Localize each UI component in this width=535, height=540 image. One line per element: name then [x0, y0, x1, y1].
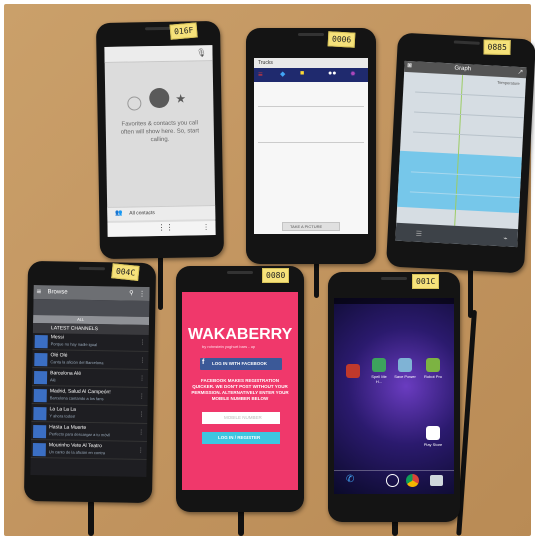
list-item[interactable]: La La La La Y ahora todos! ⋮ [31, 404, 148, 425]
graph-screen: ◙ Graph ↗ Temperature ⌁ ☰ [395, 60, 527, 248]
app-drawer-icon[interactable] [386, 474, 399, 487]
all-contacts-link[interactable]: All contacts [129, 210, 155, 216]
device-label: 004C [111, 263, 140, 281]
phone-icon[interactable]: ✆ [346, 474, 354, 485]
search-icon[interactable]: ⚲ [129, 290, 134, 297]
login-register-button[interactable]: LOG IN / REGISTER [202, 432, 280, 444]
play-store-icon[interactable] [426, 426, 440, 440]
menu-icon[interactable]: ≡ [36, 287, 41, 296]
more-options-icon[interactable]: ⋮ [202, 223, 209, 231]
cart-icon[interactable]: ◆ [280, 70, 285, 78]
list-item[interactable]: Messi Porque no hay nadie igual ⋮ [32, 332, 149, 353]
list-item[interactable]: Hasta La Muerte Perfecto para descargar a… [30, 422, 148, 443]
take-picture-button[interactable]: TAKE A PICTURE [290, 224, 322, 229]
wakaberry-screen: WAKABERRY by rohnstein yoghurt bars - up… [182, 292, 298, 490]
app-title: Browse [47, 289, 68, 296]
app-title: Trucks [258, 60, 273, 66]
camera-icon[interactable] [430, 475, 443, 486]
avatar [149, 87, 170, 109]
contacts-icon: 👥 [115, 210, 123, 217]
share-icon[interactable]: ↗ [517, 68, 523, 76]
registration-notice: FACEBOOK MAKES REGISTRATION QUICKER. WE … [191, 378, 289, 401]
list-item[interactable]: Mourinho Vete Al Teatro Un canto de la af… [30, 440, 147, 461]
app-label: Robot Pro [423, 374, 442, 379]
usb-cable [158, 250, 163, 310]
camera-icon[interactable]: ◙ [407, 62, 412, 69]
app-icon[interactable] [346, 364, 360, 378]
bug-icon[interactable]: ✹ [350, 70, 356, 78]
chrome-icon[interactable] [406, 474, 419, 487]
device-label: 0885 [483, 39, 511, 55]
tab-all[interactable]: ALL [77, 317, 84, 322]
app-icon[interactable] [398, 358, 412, 372]
clock-icon [127, 96, 142, 111]
phone-0080: WAKABERRY by rohnstein yoghurt bars - up… [176, 266, 304, 512]
star-icon: ★ [175, 91, 187, 106]
brand-logo: WAKABERRY [188, 326, 293, 343]
tagline: by rohnstein yoghurt bars - up [202, 344, 256, 349]
phone-0006: Trucks ≡ ◆ ■ ●● ✹ TAKE A PICTURE 0006 [246, 28, 376, 264]
truck-icon[interactable]: ■ [300, 70, 304, 77]
graph-tab-icon[interactable]: ⌁ [503, 234, 508, 242]
eyes-icon[interactable]: ●● [328, 70, 336, 77]
device-label: 0006 [327, 31, 356, 48]
app-label: Spell Me H... [371, 374, 387, 384]
facebook-icon: f [202, 359, 205, 366]
list-item[interactable]: Madrid, Salud Al Campeón! Barcelona canta… [31, 386, 148, 407]
dialer-screen: 🎙 ★ Favorites & contacts you call often … [104, 45, 216, 237]
phone-0885: ◙ Graph ↗ Temperature ⌁ ☰ 0885 [385, 32, 535, 274]
device-label: 016F [169, 22, 198, 40]
browse-screen: ≡ Browse ⚲ ⋮ ALL LATEST CHANNELS Messi Po… [30, 285, 150, 477]
list-item[interactable]: Olé Olé Canta la afición del Barcelona ⋮ [32, 350, 149, 371]
trucks-screen: Trucks ≡ ◆ ■ ●● ✹ TAKE A PICTURE [254, 58, 368, 234]
mic-icon[interactable]: 🎙 [196, 48, 206, 57]
usb-cable [238, 508, 244, 536]
app-label: Save Power [394, 374, 416, 379]
home-screen: Spell Me H... Save Power Robot Pro Play … [334, 298, 454, 494]
menu-icon[interactable]: ≡ [258, 70, 263, 79]
app-title: Graph [454, 65, 472, 73]
phone-004c: ≡ Browse ⚲ ⋮ ALL LATEST CHANNELS Messi Po… [23, 260, 157, 504]
graph-overlay-label: Temperature [497, 79, 520, 86]
phone-016f: 🎙 ★ Favorites & contacts you call often … [95, 20, 225, 260]
facebook-login-button[interactable]: f LOG IN WITH FACEBOOK [200, 358, 282, 370]
app-icon[interactable] [426, 358, 440, 372]
device-label: 0080 [262, 268, 290, 283]
list-item[interactable]: Barcelona Alé Alé ⋮ [31, 368, 149, 389]
list-tab-icon[interactable]: ☰ [416, 230, 423, 238]
mobile-number-input[interactable]: MOBILE NUMBER [202, 412, 280, 424]
empty-favorites-text: Favorites & contacts you call often will… [120, 120, 200, 144]
facebook-button-label: LOG IN WITH FACEBOOK [212, 361, 267, 366]
usb-cable [314, 262, 319, 298]
device-label: 001C [412, 274, 440, 289]
usb-cable [88, 500, 94, 536]
section-header: LATEST CHANNELS [50, 325, 99, 333]
more-options-icon[interactable]: ⋮ [138, 290, 145, 298]
phone-001c: Spell Me H... Save Power Robot Pro Play … [328, 272, 460, 522]
app-icon[interactable] [372, 358, 386, 372]
dialpad-icon[interactable]: ⋮⋮ [157, 223, 173, 232]
app-label: Play Store [423, 442, 443, 447]
